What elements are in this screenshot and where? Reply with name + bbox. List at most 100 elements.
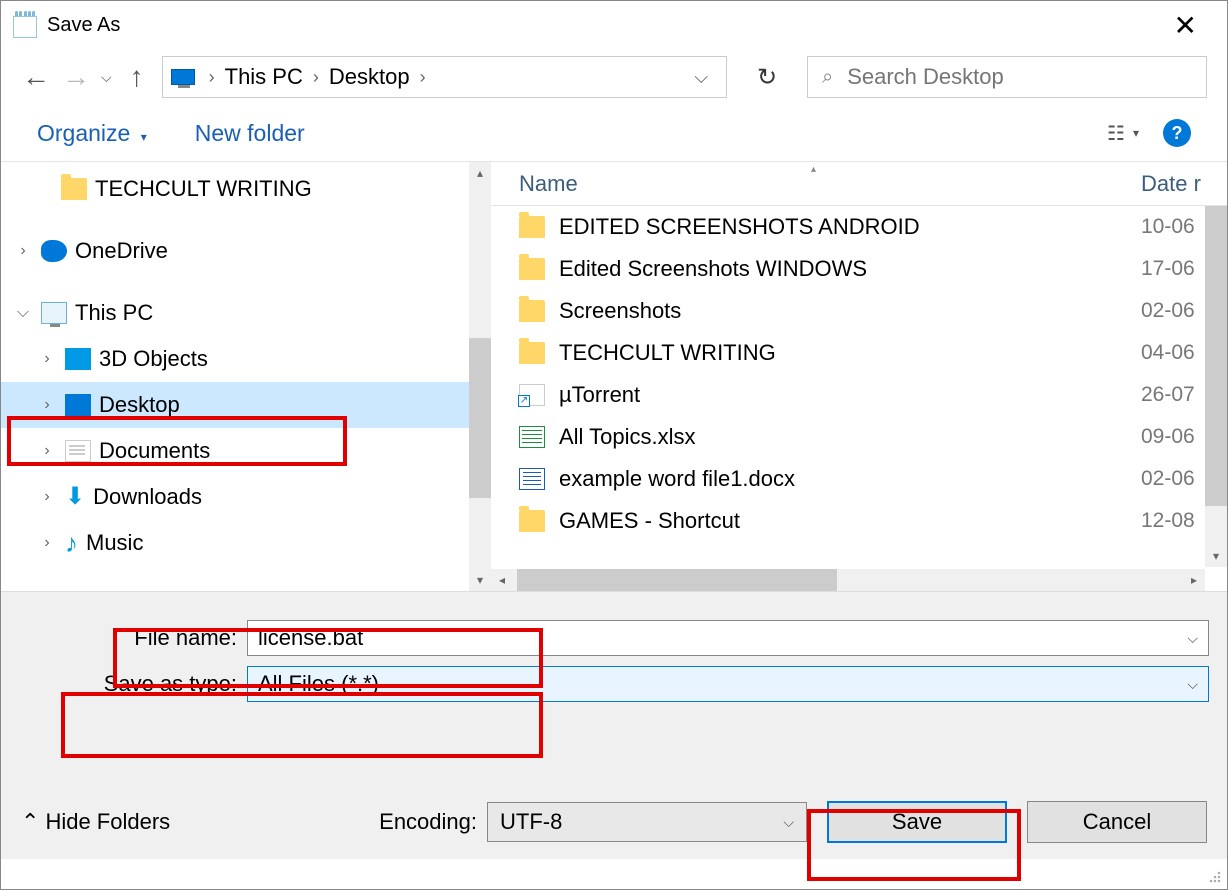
search-box[interactable]: ⌕: [807, 56, 1207, 98]
scroll-thumb[interactable]: [469, 338, 491, 498]
combo-dropdown-icon[interactable]: ⌵: [783, 814, 794, 831]
column-date[interactable]: Date r: [1141, 171, 1227, 197]
savetype-value: All Files (*.*): [258, 671, 379, 697]
nav-row: ← → ⌵ ↑ › This PC › Desktop › ⌵ ↻ ⌕: [1, 49, 1227, 105]
resize-grip-icon[interactable]: [1207, 869, 1223, 885]
tree-item-onedrive[interactable]: › OneDrive: [1, 228, 491, 274]
help-icon[interactable]: ?: [1163, 119, 1191, 147]
chevron-right-icon[interactable]: ›: [203, 67, 221, 88]
expand-icon[interactable]: ›: [37, 442, 57, 460]
window-title: Save As: [47, 14, 120, 37]
tree-label: TECHCULT WRITING: [95, 176, 312, 202]
folder-tree: TECHCULT WRITING › OneDrive ⌵ This PC › …: [1, 162, 491, 591]
computer-icon: [41, 302, 67, 324]
forward-icon[interactable]: →: [61, 61, 91, 93]
encoding-select[interactable]: UTF-8 ⌵: [487, 802, 807, 842]
tree-scrollbar[interactable]: ▴ ▾: [469, 162, 491, 591]
save-button[interactable]: Save: [827, 801, 1007, 843]
file-row[interactable]: Edited Screenshots WINDOWS 17-06: [491, 248, 1227, 290]
tree-item-thispc[interactable]: ⌵ This PC: [1, 290, 491, 336]
file-hscrollbar[interactable]: ◂ ▸: [491, 569, 1205, 591]
up-icon[interactable]: ↑: [122, 61, 152, 93]
file-row[interactable]: µTorrent 26-07: [491, 374, 1227, 416]
scroll-left-icon[interactable]: ◂: [491, 573, 513, 587]
cube-icon: [65, 348, 91, 370]
filename-value: license.bat: [258, 625, 363, 651]
hide-folders-button[interactable]: ⌃ Hide Folders: [21, 809, 170, 835]
tree-item-documents[interactable]: › Documents: [1, 428, 491, 474]
file-row[interactable]: All Topics.xlsx 09-06: [491, 416, 1227, 458]
breadcrumb-desktop[interactable]: Desktop: [325, 64, 414, 90]
folder-icon: [61, 178, 87, 200]
download-icon: ⬇: [65, 486, 85, 508]
view-options-button[interactable]: ☷ ▾: [1107, 121, 1139, 146]
filename-label: File name:: [1, 625, 247, 651]
savetype-label: Save as type:: [1, 671, 247, 697]
organize-button[interactable]: Organize ▾: [37, 120, 147, 147]
tree-item-downloads[interactable]: › ⬇ Downloads: [1, 474, 491, 520]
file-row[interactable]: GAMES - Shortcut 12-08: [491, 500, 1227, 542]
expand-icon[interactable]: ›: [37, 350, 57, 368]
tree-label: This PC: [75, 300, 153, 326]
savetype-select[interactable]: All Files (*.*) ⌵: [247, 666, 1209, 702]
chevron-right-icon[interactable]: ›: [307, 67, 325, 88]
address-dropdown-icon[interactable]: ⌵: [684, 67, 718, 88]
history-dropdown-icon[interactable]: ⌵: [101, 69, 112, 86]
breadcrumb-this-pc[interactable]: This PC: [221, 64, 307, 90]
file-name: Screenshots: [559, 298, 1141, 324]
cancel-button[interactable]: Cancel: [1027, 801, 1207, 843]
tree-label: Downloads: [93, 484, 202, 510]
file-row[interactable]: TECHCULT WRITING 04-06: [491, 332, 1227, 374]
expand-icon[interactable]: ›: [13, 242, 33, 260]
combo-dropdown-icon[interactable]: ⌵: [1187, 630, 1198, 647]
column-name[interactable]: Name: [519, 171, 1141, 197]
file-icon: [519, 300, 545, 322]
caret-down-icon: ▾: [141, 130, 147, 144]
file-icon: [519, 468, 545, 490]
scroll-thumb[interactable]: [517, 569, 837, 591]
expand-icon[interactable]: ›: [37, 534, 57, 552]
file-icon: [519, 258, 545, 280]
new-folder-button[interactable]: New folder: [195, 120, 305, 147]
scroll-down-icon[interactable]: ▾: [1205, 545, 1227, 567]
file-name: TECHCULT WRITING: [559, 340, 1141, 366]
file-icon: [519, 342, 545, 364]
tree-label: OneDrive: [75, 238, 168, 264]
file-row[interactable]: Screenshots 02-06: [491, 290, 1227, 332]
tree-item-3dobjects[interactable]: › 3D Objects: [1, 336, 491, 382]
file-name: example word file1.docx: [559, 466, 1141, 492]
desktop-icon: [65, 394, 91, 416]
scroll-right-icon[interactable]: ▸: [1183, 573, 1205, 587]
document-icon: [65, 440, 91, 462]
encoding-value: UTF-8: [500, 809, 562, 835]
scroll-down-icon[interactable]: ▾: [469, 569, 491, 591]
save-form: File name: license.bat ⌵ Save as type: A…: [1, 591, 1227, 859]
search-input[interactable]: [847, 64, 1192, 90]
chevron-right-icon[interactable]: ›: [414, 67, 432, 88]
filename-input[interactable]: license.bat ⌵: [247, 620, 1209, 656]
tree-item-music[interactable]: › ♪ Music: [1, 520, 491, 566]
file-icon: [519, 510, 545, 532]
sort-indicator-icon: ▴: [811, 164, 816, 175]
encoding-label: Encoding:: [379, 809, 477, 835]
combo-dropdown-icon[interactable]: ⌵: [1187, 676, 1198, 693]
expand-icon[interactable]: ›: [37, 488, 57, 506]
file-name: EDITED SCREENSHOTS ANDROID: [559, 214, 1141, 240]
collapse-icon[interactable]: ⌵: [13, 304, 33, 322]
file-list-header: Name Date r: [491, 162, 1227, 206]
expand-icon[interactable]: ›: [37, 396, 57, 414]
scroll-thumb[interactable]: [1205, 206, 1227, 506]
tree-label: 3D Objects: [99, 346, 208, 372]
address-bar[interactable]: › This PC › Desktop › ⌵: [162, 56, 727, 98]
tree-item-desktop[interactable]: › Desktop: [1, 382, 491, 428]
file-row[interactable]: example word file1.docx 02-06: [491, 458, 1227, 500]
back-icon[interactable]: ←: [21, 61, 51, 93]
file-name: µTorrent: [559, 382, 1141, 408]
refresh-icon[interactable]: ↻: [747, 63, 787, 92]
file-vscrollbar[interactable]: ▾: [1205, 206, 1227, 567]
close-icon[interactable]: ✕: [1156, 9, 1215, 42]
file-row[interactable]: EDITED SCREENSHOTS ANDROID 10-06: [491, 206, 1227, 248]
tree-label: Desktop: [99, 392, 180, 418]
tree-item-techcult[interactable]: TECHCULT WRITING: [1, 166, 491, 212]
scroll-up-icon[interactable]: ▴: [469, 162, 491, 184]
